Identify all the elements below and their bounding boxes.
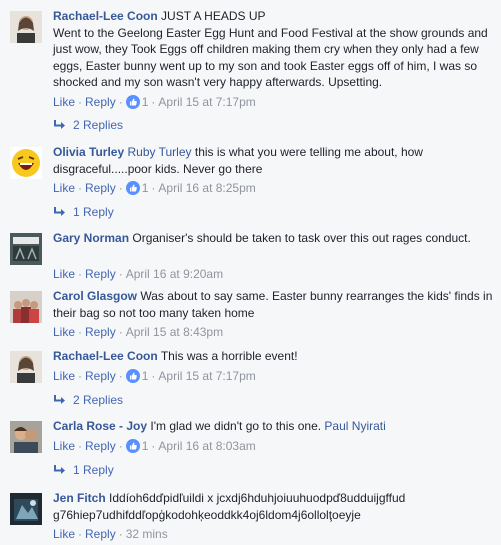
comment-author[interactable]: Gary Norman <box>53 231 129 245</box>
comment-actions: Like · Reply · 1 · April 15 at 7:17pm <box>53 94 256 113</box>
comment-text: I'm glad we didn't go to this one. <box>150 419 322 433</box>
avatar[interactable] <box>10 493 42 525</box>
comment-author[interactable]: Olivia Turley <box>53 145 124 159</box>
like-button[interactable]: Like <box>53 267 75 281</box>
comment-timestamp[interactable]: April 16 at 8:25pm <box>158 181 255 195</box>
comment-actions: Like · Reply · 32 mins <box>53 527 168 541</box>
like-button[interactable]: Like <box>53 369 75 383</box>
avatar[interactable] <box>10 351 42 383</box>
view-replies-link[interactable]: 1 Reply <box>53 204 114 222</box>
replies-count-label: 2 Replies <box>73 393 124 407</box>
like-button[interactable]: Like <box>53 325 75 339</box>
replies-count-label: 1 Reply <box>73 205 114 219</box>
comment-body: Rachael-Lee Coon This was a horrible eve… <box>53 348 493 365</box>
comment-author[interactable]: Jen Fitch <box>53 491 106 505</box>
reply-arrow-icon <box>53 206 67 222</box>
comment-text: Organiser's should be taken to task over… <box>132 231 471 245</box>
comment-timestamp[interactable]: 32 mins <box>126 527 168 541</box>
view-replies-link[interactable]: 1 Reply <box>53 462 114 480</box>
mention-link[interactable]: Paul Nyirati <box>324 419 385 433</box>
reply-button[interactable]: Reply <box>85 267 116 281</box>
reply-arrow-icon <box>53 464 67 480</box>
avatar[interactable] <box>10 233 42 265</box>
view-replies-link[interactable]: 2 Replies <box>53 392 123 410</box>
thumbs-up-icon[interactable] <box>125 369 140 387</box>
like-button[interactable]: Like <box>53 527 75 541</box>
avatar[interactable] <box>10 147 42 179</box>
comment-body: Carol Glasgow Was about to say same. Eas… <box>53 288 493 321</box>
comment-timestamp[interactable]: April 16 at 9:20am <box>126 267 223 281</box>
like-button[interactable]: Like <box>53 439 75 453</box>
comment-body: Olivia Turley Ruby Turley this is what y… <box>53 144 493 177</box>
replies-count-label: 2 Replies <box>73 118 124 132</box>
comment-actions: Like · Reply · 1 · April 16 at 8:03am <box>53 438 256 457</box>
comment-body: Jen Fitch Iddíoh6dďpidľuildi x jcxdj6hdu… <box>53 490 493 523</box>
thumbs-up-icon[interactable] <box>125 181 140 199</box>
comment-actions: Like · Reply · 1 · April 16 at 8:25pm <box>53 180 256 199</box>
reply-button[interactable]: Reply <box>85 95 116 109</box>
reaction-count: 1 <box>141 439 149 453</box>
replies-count-label: 1 Reply <box>73 463 114 477</box>
reply-button[interactable]: Reply <box>85 181 116 195</box>
comment-timestamp[interactable]: April 15 at 7:17pm <box>158 95 255 109</box>
reply-arrow-icon <box>53 394 67 410</box>
comment-actions: Like · Reply · 1 · April 15 at 7:17pm <box>53 368 256 387</box>
reply-button[interactable]: Reply <box>85 439 116 453</box>
comment-body: Rachael-Lee Coon JUST A HEADS UP Went to… <box>53 8 493 91</box>
thumbs-up-icon[interactable] <box>125 95 140 113</box>
mention-link[interactable]: Ruby Turley <box>127 145 191 159</box>
comment-author[interactable]: Rachael-Lee Coon <box>53 349 158 363</box>
avatar[interactable] <box>10 11 42 43</box>
reply-arrow-icon <box>53 119 67 135</box>
comment-author[interactable]: Rachael-Lee Coon <box>53 9 158 23</box>
reaction-count: 1 <box>141 181 149 195</box>
like-button[interactable]: Like <box>53 181 75 195</box>
view-replies-link[interactable]: 2 Replies <box>53 117 123 135</box>
comment-author[interactable]: Carla Rose - Joy <box>53 419 147 433</box>
avatar[interactable] <box>10 421 42 453</box>
comment-body: Carla Rose - Joy I'm glad we didn't go t… <box>53 418 493 435</box>
avatar[interactable] <box>10 291 42 323</box>
reply-button[interactable]: Reply <box>85 369 116 383</box>
comment-body: Gary Norman Organiser's should be taken … <box>53 230 493 247</box>
comment-actions: Like · Reply · April 15 at 8:43pm <box>53 325 224 339</box>
reply-button[interactable]: Reply <box>85 325 116 339</box>
comment-actions: Like · Reply · April 16 at 9:20am <box>53 267 224 281</box>
comment-timestamp[interactable]: April 15 at 8:43pm <box>126 325 223 339</box>
reply-button[interactable]: Reply <box>85 527 116 541</box>
reaction-count: 1 <box>141 369 149 383</box>
comment-timestamp[interactable]: April 15 at 7:17pm <box>158 369 255 383</box>
comment-author[interactable]: Carol Glasgow <box>53 289 137 303</box>
thumbs-up-icon[interactable] <box>125 439 140 457</box>
comment-text: This was a horrible event! <box>160 349 298 363</box>
comment-text: Iddíoh6dďpidľuildi x jcxdj6hduhjoiuuhuod… <box>53 491 406 522</box>
comment-timestamp[interactable]: April 16 at 8:03am <box>158 439 255 453</box>
reaction-count: 1 <box>141 95 149 109</box>
like-button[interactable]: Like <box>53 95 75 109</box>
